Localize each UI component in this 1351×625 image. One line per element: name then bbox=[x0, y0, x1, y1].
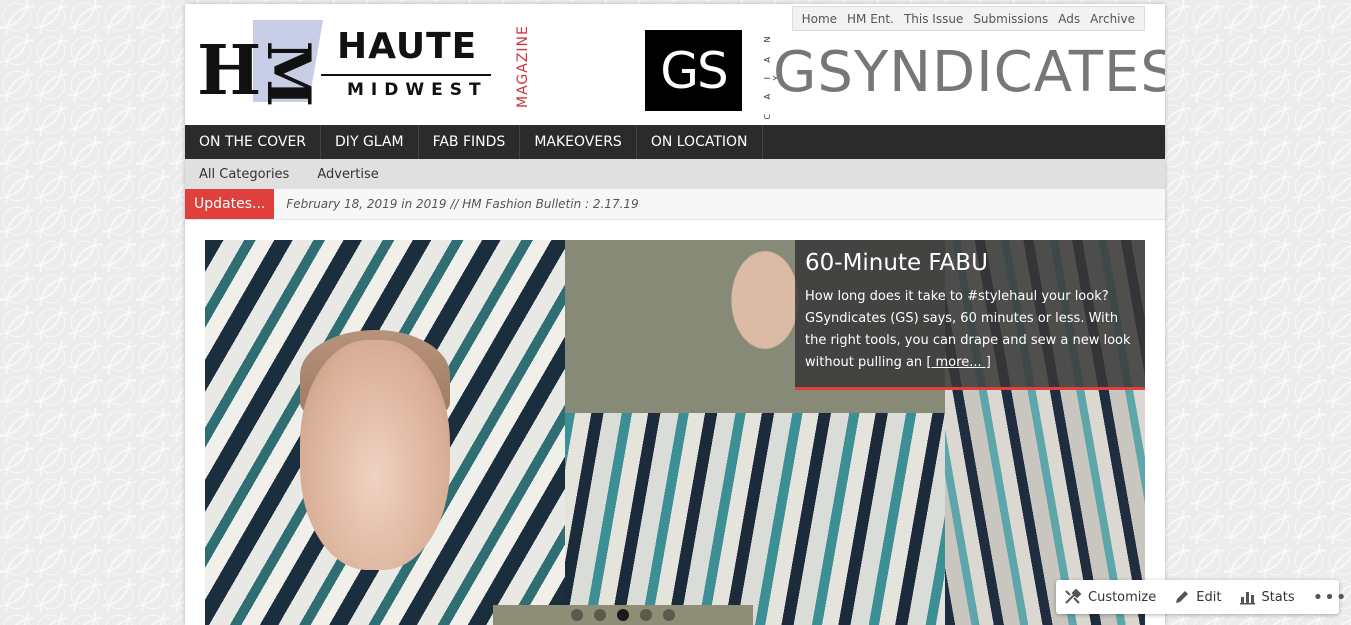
customize-button[interactable]: Customize bbox=[1064, 588, 1156, 606]
ticker-text[interactable]: February 18, 2019 in 2019 // HM Fashion … bbox=[286, 197, 638, 211]
slider-dot-5[interactable] bbox=[663, 609, 675, 621]
sub-nav: All Categories Advertise bbox=[185, 159, 1165, 189]
ticker-label: Updates... bbox=[185, 189, 275, 219]
top-utility-nav: Home HM Ent. This Issue Submissions Ads … bbox=[791, 6, 1145, 31]
top-nav-hm-ent[interactable]: HM Ent. bbox=[842, 12, 899, 26]
nav-diy-glam[interactable]: DIY GLAM bbox=[321, 125, 419, 159]
sub-nav-advertise[interactable]: Advertise bbox=[303, 159, 392, 189]
nav-fab-finds[interactable]: FAB FINDS bbox=[419, 125, 521, 159]
gs-logo-box[interactable]: GS bbox=[645, 30, 742, 111]
top-nav-archive[interactable]: Archive bbox=[1085, 12, 1140, 26]
customize-label: Customize bbox=[1088, 589, 1157, 605]
nav-on-the-cover[interactable]: ON THE COVER bbox=[185, 125, 322, 159]
featured-slider[interactable]: 60-Minute FABU How long does it take to … bbox=[205, 240, 1145, 625]
bar-chart-icon bbox=[1240, 592, 1256, 605]
mannequin-head bbox=[300, 340, 450, 570]
stats-button[interactable]: Stats bbox=[1239, 589, 1295, 605]
slide-excerpt: How long does it take to #stylehaul your… bbox=[805, 286, 1135, 374]
slide-title[interactable]: 60-Minute FABU bbox=[805, 250, 1135, 276]
top-nav-home[interactable]: Home bbox=[797, 12, 842, 26]
slide-more-link[interactable]: [ more... ] bbox=[926, 355, 990, 370]
logo-rule bbox=[321, 74, 491, 76]
top-nav-ads[interactable]: Ads bbox=[1053, 12, 1085, 26]
customize-icon bbox=[1065, 588, 1082, 604]
slide-image-left bbox=[205, 240, 565, 625]
page-container: Home HM Ent. This Issue Submissions Ads … bbox=[185, 4, 1165, 625]
top-nav-this-issue[interactable]: This Issue bbox=[899, 12, 968, 26]
logo-hm: H bbox=[197, 31, 261, 111]
edit-button[interactable]: Edit bbox=[1174, 589, 1221, 605]
main-nav: ON THE COVER DIY GLAM FAB FINDS MAKEOVER… bbox=[185, 125, 1165, 159]
slider-dot-3[interactable] bbox=[617, 609, 629, 621]
top-nav-submissions[interactable]: Submissions bbox=[968, 12, 1053, 26]
more-options-icon[interactable]: ••• bbox=[1313, 587, 1348, 608]
admin-action-bar: Customize Edit Stats ••• bbox=[1056, 580, 1346, 614]
nav-on-location[interactable]: ON LOCATION bbox=[637, 125, 763, 159]
logo-m-rotated: M bbox=[253, 40, 324, 108]
edit-label: Edit bbox=[1196, 589, 1222, 605]
nav-makeovers[interactable]: MAKEOVERS bbox=[520, 125, 637, 159]
updates-ticker: Updates... February 18, 2019 in 2019 // … bbox=[185, 189, 1165, 220]
slider-dot-1[interactable] bbox=[571, 609, 583, 621]
slider-dot-4[interactable] bbox=[640, 609, 652, 621]
logo-haute: HAUTE bbox=[337, 26, 478, 67]
logo-midwest: MIDWEST bbox=[347, 80, 488, 100]
stats-label: Stats bbox=[1261, 589, 1295, 605]
slider-dot-2[interactable] bbox=[594, 609, 606, 621]
site-logo[interactable]: H M HAUTE MIDWEST MAGAZINE bbox=[197, 20, 531, 111]
gs-banner-name[interactable]: GSYNDICATES bbox=[773, 40, 1165, 105]
slider-pagination bbox=[493, 605, 753, 625]
slide-caption: 60-Minute FABU How long does it take to … bbox=[795, 240, 1145, 390]
sub-nav-all-categories[interactable]: All Categories bbox=[185, 159, 303, 189]
logo-magazine: MAGAZINE bbox=[515, 25, 531, 108]
pencil-icon bbox=[1176, 591, 1189, 603]
